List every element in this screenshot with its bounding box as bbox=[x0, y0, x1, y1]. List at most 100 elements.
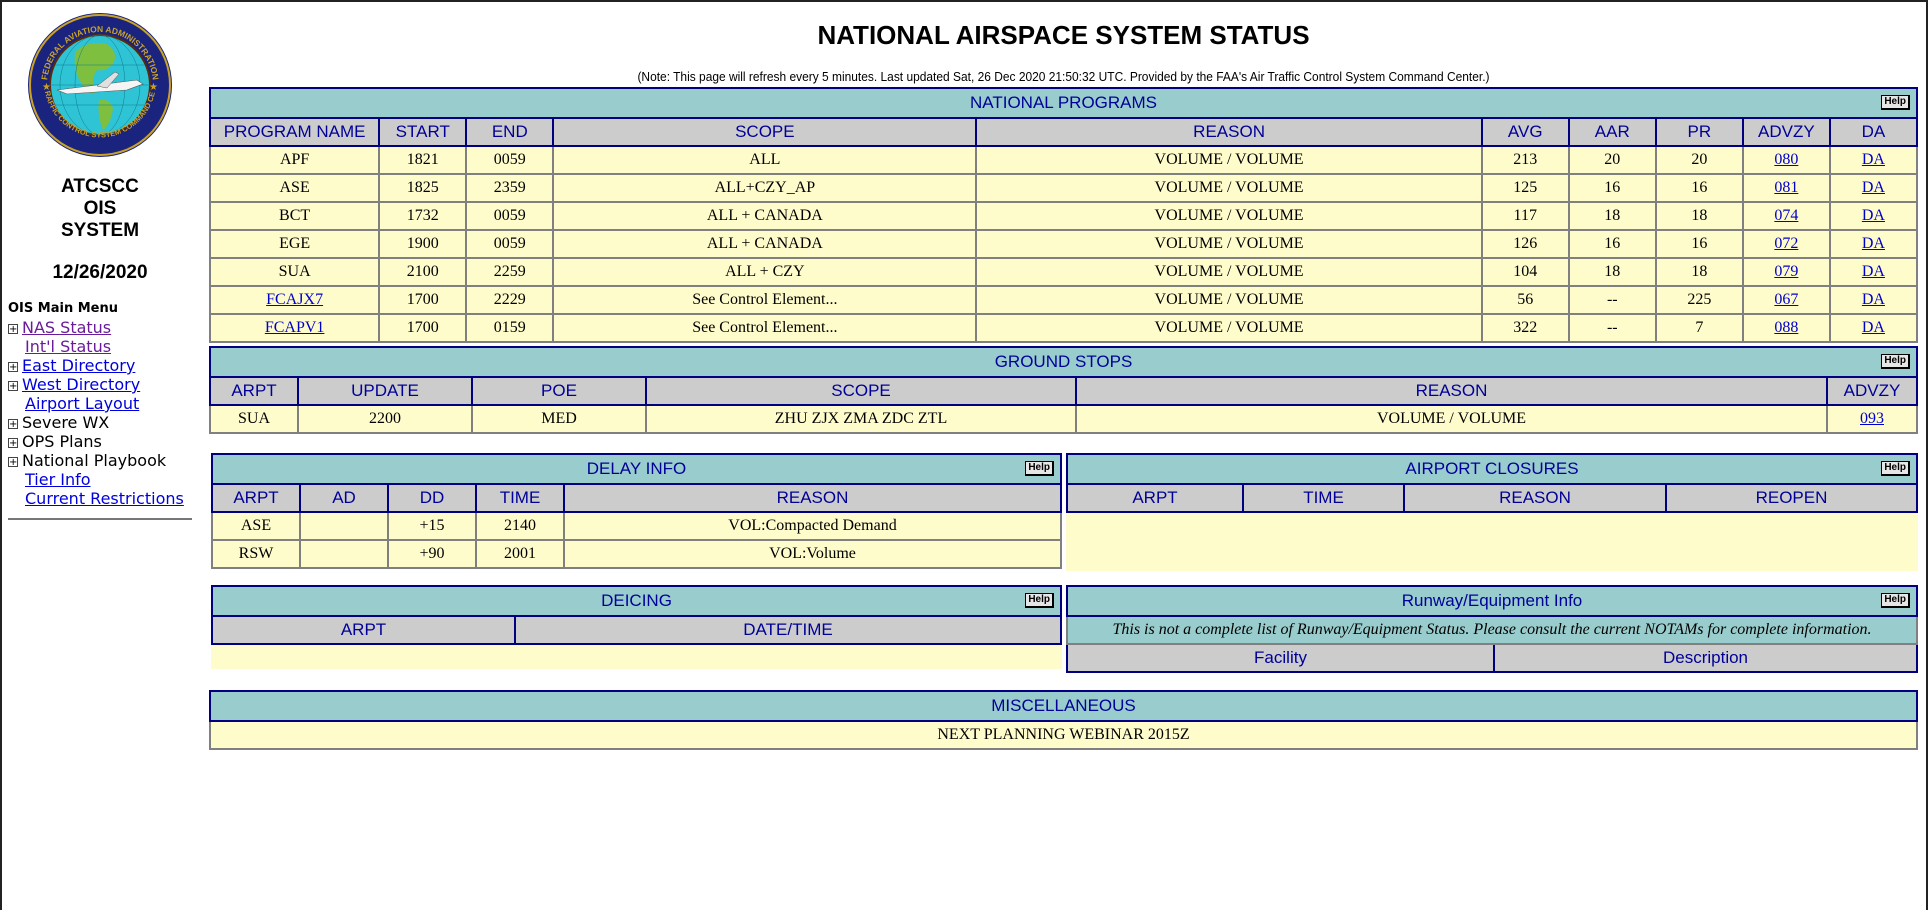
da-link[interactable]: DA bbox=[1862, 207, 1885, 224]
menu-item-nas-status[interactable]: + NAS Status bbox=[8, 318, 192, 337]
column-header: TIME bbox=[1242, 483, 1405, 513]
program-row: FCAJX7 1700 2229 See Control Element... VOLU… bbox=[208, 285, 1919, 315]
cell-aar: 16 bbox=[1567, 173, 1657, 203]
menu-item-ops-plans[interactable]: + OPS Plans bbox=[8, 432, 192, 451]
cell-name: FCAJX7 bbox=[208, 285, 381, 315]
cell-scope: ALL + CANADA bbox=[552, 201, 978, 231]
cell-ad bbox=[299, 539, 389, 569]
cell-advzy: 074 bbox=[1741, 201, 1831, 231]
advzy-link[interactable]: 088 bbox=[1774, 319, 1798, 336]
advzy-link[interactable]: 081 bbox=[1774, 179, 1798, 196]
cell-time: 2001 bbox=[475, 539, 565, 569]
column-header: Facility bbox=[1066, 643, 1495, 673]
menu-link[interactable]: NAS Status bbox=[22, 318, 111, 337]
section-title: MISCELLANEOUS bbox=[991, 696, 1136, 715]
menu-item-airport-layout[interactable]: Airport Layout bbox=[8, 394, 192, 413]
cell-start: 1700 bbox=[378, 285, 468, 315]
program-row: SUA 2100 2259 ALL + CZY VOLUME / VOLUME 104 18… bbox=[208, 257, 1919, 287]
cell-pr: 20 bbox=[1654, 145, 1744, 175]
da-link[interactable]: DA bbox=[1862, 319, 1885, 336]
da-link[interactable]: DA bbox=[1862, 151, 1885, 168]
help-button[interactable]: Help bbox=[1881, 354, 1910, 369]
help-button[interactable]: Help bbox=[1881, 461, 1910, 476]
cell-name: SUA bbox=[208, 257, 381, 287]
expand-plus-icon[interactable]: + bbox=[8, 324, 18, 335]
cell-aar: -- bbox=[1567, 285, 1657, 315]
menu-item-severe-wx[interactable]: + Severe WX bbox=[8, 413, 192, 432]
advzy-link[interactable]: 074 bbox=[1774, 207, 1798, 224]
advzy-link[interactable]: 079 bbox=[1774, 263, 1798, 280]
cell-reason: VOLUME / VOLUME bbox=[1075, 404, 1828, 434]
da-link[interactable]: DA bbox=[1862, 263, 1885, 280]
column-header: Description bbox=[1493, 643, 1918, 673]
cell-arpt: RSW bbox=[211, 539, 301, 569]
advzy-link[interactable]: 093 bbox=[1860, 410, 1884, 427]
empty-row bbox=[1067, 512, 1917, 571]
da-link[interactable]: DA bbox=[1862, 235, 1885, 252]
cell-reason: VOLUME / VOLUME bbox=[975, 285, 1483, 315]
help-button[interactable]: Help bbox=[1881, 593, 1910, 608]
section-title: DELAY INFO bbox=[586, 459, 687, 478]
cell-scope: ALL + CANADA bbox=[552, 229, 978, 259]
help-button[interactable]: Help bbox=[1025, 461, 1054, 476]
advzy-link[interactable]: 067 bbox=[1774, 291, 1798, 308]
cell-avg: 126 bbox=[1480, 229, 1570, 259]
menu-link[interactable]: Current Restrictions bbox=[25, 489, 184, 508]
help-button[interactable]: Help bbox=[1881, 95, 1910, 110]
section-title: Runway/Equipment Info bbox=[1401, 591, 1583, 610]
menu-link[interactable]: Tier Info bbox=[25, 470, 91, 489]
cell-advzy: 079 bbox=[1741, 257, 1831, 287]
cell-end: 0059 bbox=[465, 145, 555, 175]
menu-item-int-l-status[interactable]: Int'l Status bbox=[8, 337, 192, 356]
column-header: DD bbox=[387, 483, 477, 513]
menu-item-national-playbook[interactable]: + National Playbook bbox=[8, 451, 192, 470]
cell-name: EGE bbox=[208, 229, 381, 259]
expand-plus-icon[interactable]: + bbox=[8, 381, 18, 392]
cell-pr: 18 bbox=[1654, 257, 1744, 287]
da-link[interactable]: DA bbox=[1862, 179, 1885, 196]
cell-start: 1732 bbox=[378, 201, 468, 231]
cell-avg: 117 bbox=[1480, 201, 1570, 231]
cell-pr: 225 bbox=[1654, 285, 1744, 315]
menu-item-tier-info[interactable]: Tier Info bbox=[8, 470, 192, 489]
expand-plus-icon[interactable]: + bbox=[8, 457, 18, 468]
help-button[interactable]: Help bbox=[1025, 593, 1054, 608]
cell-name: ASE bbox=[208, 173, 381, 203]
name-link[interactable]: FCAJX7 bbox=[266, 291, 323, 308]
cell-start: 1900 bbox=[378, 229, 468, 259]
menu-link[interactable]: West Directory bbox=[22, 375, 140, 394]
menu-link[interactable]: Int'l Status bbox=[25, 337, 111, 356]
menu-label[interactable]: Severe WX bbox=[22, 413, 109, 432]
cell-arpt: ASE bbox=[211, 511, 301, 541]
menu-item-current-restrictions[interactable]: Current Restrictions bbox=[8, 489, 192, 508]
menu-label[interactable]: National Playbook bbox=[22, 451, 166, 470]
column-header: ARPT bbox=[211, 615, 516, 645]
cell-da: DA bbox=[1828, 145, 1919, 175]
notam-notice: This is not a complete list of Runway/Eq… bbox=[1066, 615, 1918, 645]
menu-link[interactable]: East Directory bbox=[22, 356, 135, 375]
menu-item-west-directory[interactable]: + West Directory bbox=[8, 375, 192, 394]
da-link[interactable]: DA bbox=[1862, 291, 1885, 308]
cell-start: 1821 bbox=[378, 145, 468, 175]
ground-stops-header: GROUND STOPS Help bbox=[209, 346, 1918, 378]
column-header: ARPT bbox=[211, 483, 301, 513]
advzy-link[interactable]: 080 bbox=[1774, 151, 1798, 168]
column-header: REASON bbox=[563, 483, 1062, 513]
menu-link[interactable]: Airport Layout bbox=[25, 394, 139, 413]
cell-da: DA bbox=[1828, 201, 1919, 231]
column-header: START bbox=[378, 117, 468, 147]
menu-item-east-directory[interactable]: + East Directory bbox=[8, 356, 192, 375]
cell-end: 0059 bbox=[465, 229, 555, 259]
cell-pr: 7 bbox=[1654, 313, 1744, 343]
menu-title: OIS Main Menu bbox=[8, 301, 118, 316]
expand-plus-icon[interactable]: + bbox=[8, 438, 18, 449]
name-link[interactable]: FCAPV1 bbox=[265, 319, 325, 336]
menu-label[interactable]: OPS Plans bbox=[22, 432, 102, 451]
expand-plus-icon[interactable]: + bbox=[8, 362, 18, 373]
cell-advzy: 067 bbox=[1741, 285, 1831, 315]
cell-aar: 20 bbox=[1567, 145, 1657, 175]
cell-end: 0059 bbox=[465, 201, 555, 231]
advzy-link[interactable]: 072 bbox=[1774, 235, 1798, 252]
expand-plus-icon[interactable]: + bbox=[8, 419, 18, 430]
runway-equipment-header: Runway/Equipment Info Help bbox=[1066, 585, 1918, 617]
